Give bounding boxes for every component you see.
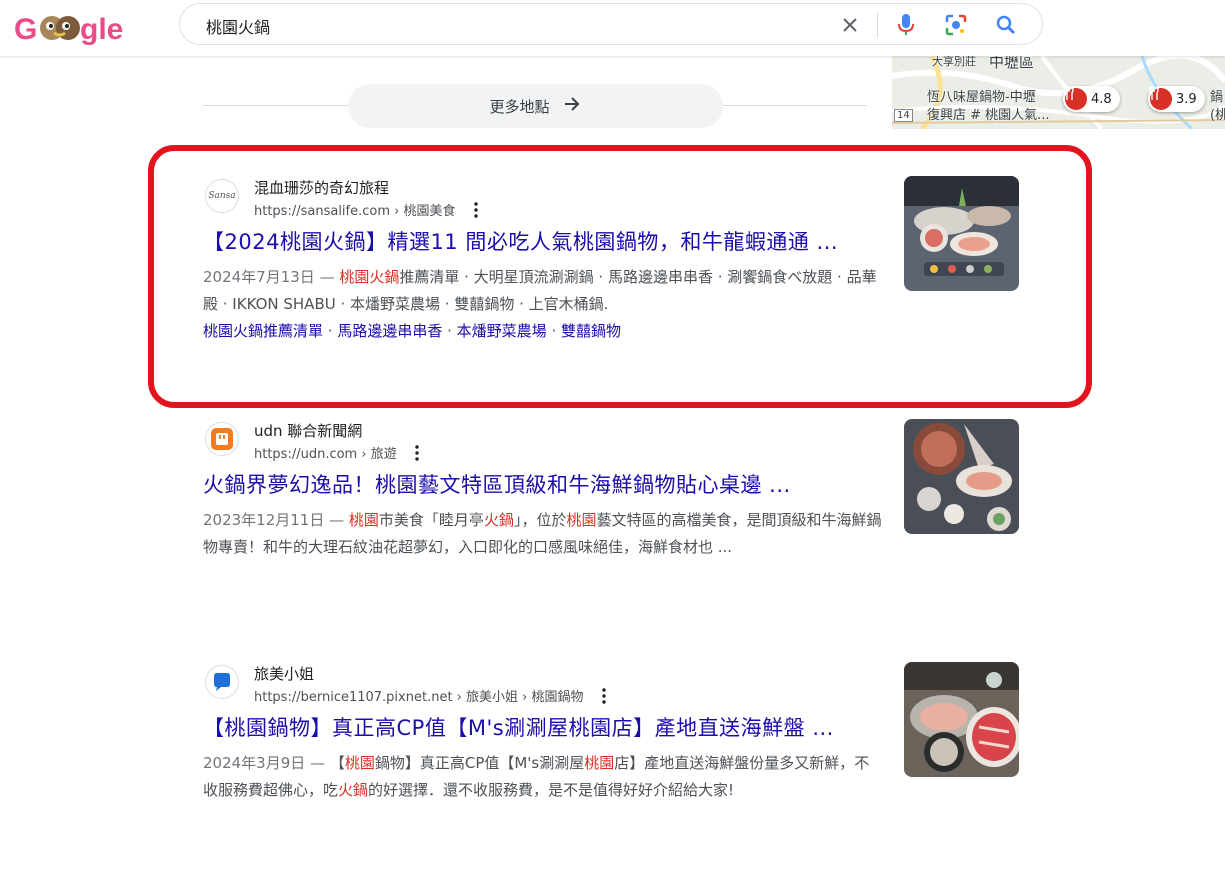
- snippet-match: 火鍋: [338, 781, 369, 799]
- site-url-line: https://bernice1107.pixnet.net › 旅美小姐 › …: [254, 686, 606, 708]
- site-url-line: https://udn.com › 旅遊: [254, 443, 419, 465]
- local-map[interactable]: 大享別莊 中壢區 恆八味屋鍋物-中壢 復興店 # 桃園人氣... 14 鍋 (桃…: [892, 56, 1225, 129]
- more-options-icon[interactable]: [473, 201, 478, 222]
- snippet-match: 桃園: [348, 511, 379, 529]
- site-url-line: https://sansalife.com › 桃園美食: [254, 200, 478, 222]
- result-site-info[interactable]: udn 聯合新聞網 https://udn.com › 旅遊: [203, 420, 883, 464]
- result-date: 2023年12月11日 —: [203, 511, 349, 529]
- microphone-icon[interactable]: [894, 13, 918, 37]
- snippet-text: 市美食「睦月亭: [378, 511, 484, 529]
- snippet-text: 的好選擇．還不收服務費，是不是值得好好介紹給大家!: [368, 781, 735, 799]
- restaurant-icon: [1149, 86, 1172, 110]
- site-url: https://bernice1107.pixnet.net › 旅美小姐 › …: [254, 690, 584, 705]
- map-route-marker: 14: [894, 109, 913, 122]
- site-favicon: [205, 665, 239, 699]
- site-name: 混血珊莎的奇幻旅程: [254, 179, 390, 197]
- snippet-match: 桃園: [344, 754, 375, 772]
- site-name: udn 聯合新聞網: [254, 422, 363, 440]
- result-thumbnail[interactable]: [904, 419, 1019, 534]
- search-box[interactable]: 桃園火鍋: [179, 3, 1043, 45]
- map-label: 大享別莊: [932, 56, 976, 68]
- result-thumbnail[interactable]: [904, 662, 1019, 777]
- snippet-text: 【: [329, 754, 345, 772]
- result-date: 2024年3月9日 —: [203, 754, 330, 772]
- result-snippet: 2024年3月9日 — 【桃園鍋物】真正高CP值【M's涮涮屋桃園店】產地直送海…: [203, 750, 883, 804]
- result-site-info[interactable]: 旅美小姐 https://bernice1107.pixnet.net › 旅美…: [203, 663, 883, 707]
- site-url: https://udn.com › 旅遊: [254, 447, 397, 462]
- site-name: 旅美小姐: [254, 665, 315, 683]
- sitelink[interactable]: 本燔野菜農場: [457, 322, 547, 340]
- map-pin-restaurant[interactable]: 4.8: [1063, 86, 1120, 112]
- search-icon[interactable]: [994, 13, 1018, 37]
- sitelink[interactable]: 桃園火鍋推薦清單: [203, 322, 323, 340]
- snippet-match: 桃園: [566, 511, 597, 529]
- result-snippet: 2023年12月11日 — 桃園市美食「睦月亭火鍋」，位於桃園藝文特區的高檔美食…: [203, 507, 883, 561]
- result-snippet: 2024年7月13日 — 桃園火鍋推薦清單 · 大明星頂流涮涮鍋 · 馬路邊邊串…: [203, 264, 883, 318]
- more-options-icon[interactable]: [415, 444, 419, 465]
- sitelinks: 桃園火鍋推薦清單 · 馬路邊邊串串香 · 本燔野菜農場 · 雙囍鍋物: [203, 322, 621, 340]
- more-places-label: 更多地點: [489, 97, 550, 116]
- snippet-text: 」，位於: [513, 511, 567, 529]
- map-label: 恆八味屋鍋物-中壢: [927, 90, 1036, 105]
- map-label: (桃: [1210, 108, 1225, 123]
- map-pin-rating: 3.9: [1176, 91, 1197, 107]
- search-result: Sansa 混血珊莎的奇幻旅程 https://sansalife.com › …: [203, 177, 883, 345]
- snippet-match: 桃園: [584, 754, 615, 772]
- site-favicon: Sansa: [205, 179, 239, 213]
- map-label: 鍋: [1210, 90, 1224, 105]
- restaurant-icon: [1064, 86, 1087, 110]
- site-url: https://sansalife.com › 桃園美食: [254, 204, 456, 219]
- map-pin-rating: 4.8: [1091, 91, 1112, 107]
- header: G gle 桃園火鍋: [0, 0, 1225, 56]
- snippet-match: 桃園火鍋: [339, 268, 400, 286]
- clear-icon[interactable]: [838, 13, 862, 37]
- search-result: udn 聯合新聞網 https://udn.com › 旅遊 火鍋界夢幻逸品！桃…: [203, 420, 883, 561]
- result-title-link[interactable]: 火鍋界夢幻逸品！桃園藝文特區頂級和牛海鮮鍋物貼心桌邊 ...: [203, 469, 883, 501]
- map-label: 中壢區: [989, 56, 1035, 71]
- result-title-link[interactable]: 【2024桃園火鍋】精選11 間必吃人氣桃園鍋物，和牛龍蝦通通 ...: [203, 226, 883, 258]
- more-options-icon[interactable]: [601, 687, 606, 708]
- snippet-text: 鍋物】真正高CP值【M's涮涮屋: [374, 754, 585, 772]
- result-site-info[interactable]: Sansa 混血珊莎的奇幻旅程 https://sansalife.com › …: [203, 177, 883, 221]
- result-title-link[interactable]: 【桃園鍋物】真正高CP值【M's涮涮屋桃園店】產地直送海鮮盤 ...: [203, 712, 883, 744]
- search-divider: [877, 12, 878, 38]
- site-favicon: [205, 422, 239, 456]
- arrow-right-icon: [562, 94, 582, 118]
- svg-text:gle: gle: [80, 13, 123, 46]
- more-places-button[interactable]: 更多地點: [348, 84, 723, 128]
- svg-text:G: G: [14, 13, 37, 46]
- sitelink[interactable]: 馬路邊邊串串香: [337, 322, 442, 340]
- sitelink[interactable]: 雙囍鍋物: [561, 322, 621, 340]
- map-pin-restaurant[interactable]: 3.9: [1148, 86, 1205, 112]
- search-query[interactable]: 桃園火鍋: [206, 14, 270, 38]
- result-thumbnail[interactable]: [904, 176, 1019, 291]
- snippet-match: 火鍋: [483, 511, 514, 529]
- google-lens-icon[interactable]: [944, 13, 968, 37]
- result-date: 2024年7月13日 —: [203, 268, 340, 286]
- google-doodle-logo[interactable]: G gle: [14, 6, 126, 50]
- search-result: 旅美小姐 https://bernice1107.pixnet.net › 旅美…: [203, 663, 883, 804]
- map-label: 復興店 # 桃園人氣...: [927, 108, 1050, 123]
